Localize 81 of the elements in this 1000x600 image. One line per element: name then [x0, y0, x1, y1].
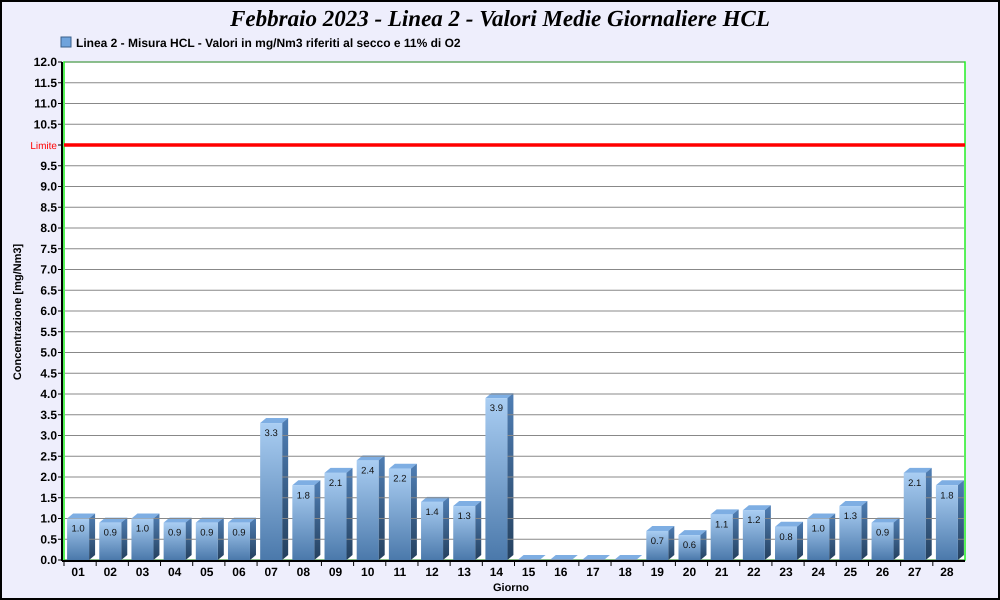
y-tick-label: 8.5	[40, 200, 57, 214]
y-tick-label: Limite	[30, 141, 57, 152]
value-label: 0.9	[104, 528, 117, 539]
x-tick-label: 04	[168, 565, 182, 579]
y-tick-label: 5.5	[40, 324, 57, 339]
y-tick-label: 11.0	[34, 96, 57, 110]
value-label: 3.3	[264, 428, 278, 440]
x-tick-label: 11	[394, 565, 406, 579]
y-tick-label: 9.5	[40, 158, 57, 173]
x-tick-label: 21	[714, 565, 728, 579]
x-tick-label: 05	[200, 565, 214, 579]
y-tick-label: 0.5	[40, 532, 57, 546]
y-tick-label: 7.5	[40, 242, 57, 256]
x-tick-label: 10	[361, 565, 374, 579]
y-tick-label: 1.0	[40, 512, 57, 526]
y-tick-label: 12.0	[34, 55, 57, 69]
value-label: 1.3	[844, 511, 857, 522]
y-tick-label: 1.5	[40, 490, 57, 505]
y-tick-label: 11.5	[34, 76, 57, 90]
y-tick-label: 2.5	[40, 449, 57, 464]
x-tick-label: 12	[425, 565, 439, 579]
value-label: 0.9	[876, 528, 890, 539]
value-label: 2.1	[908, 478, 922, 489]
value-label: 2.1	[328, 478, 342, 489]
y-tick-label: 8.0	[40, 221, 57, 235]
y-tick-label: 4.5	[40, 366, 57, 380]
x-tick-label: 02	[104, 565, 117, 579]
legend-label: Linea 2 - Misura HCL - Valori in mg/Nm3 riferiti al secco e 11% di O2	[76, 36, 461, 50]
x-axis-title: Giorno	[492, 582, 530, 594]
value-label: 2.2	[393, 474, 406, 485]
value-label: 1.8	[296, 490, 310, 502]
value-label: 0.9	[200, 528, 214, 539]
x-tick-label: 19	[650, 565, 664, 579]
value-label: 0.9	[168, 528, 182, 539]
x-tick-label: 24	[812, 565, 825, 579]
x-tick-label: 09	[328, 565, 342, 579]
chart-title: Febbraio 2023 - Linea 2 - Valori Medie Giornaliere HCL	[230, 6, 770, 31]
y-tick-label: 6.0	[40, 304, 57, 318]
x-tick-label: 20	[682, 565, 696, 579]
value-label: 1.0	[136, 524, 150, 534]
x-tick-label: 15	[522, 565, 536, 579]
y-tick-label: 3.5	[40, 408, 57, 422]
x-tick-label: 13	[458, 565, 471, 579]
y-axis-title: Concentrazione [mg/Nm3]	[12, 244, 24, 380]
y-tick-label: 3.0	[40, 428, 57, 442]
y-tick-label: 5.0	[40, 346, 57, 360]
y-tick-label: 9.0	[40, 180, 57, 194]
value-label: 1.3	[458, 511, 471, 522]
value-label: 1.1	[715, 519, 728, 530]
x-tick-label: 16	[554, 565, 568, 579]
y-tick-label: 2.0	[40, 470, 57, 484]
value-label: 1.4	[425, 506, 439, 518]
x-tick-label: 18	[618, 565, 632, 579]
value-label: 1.8	[940, 490, 954, 502]
value-label: 1.0	[812, 524, 825, 534]
x-tick-label: 23	[779, 565, 793, 579]
x-tick-label: 06	[232, 565, 246, 579]
value-label: 2.4	[361, 465, 374, 476]
value-label: 3.9	[490, 403, 504, 414]
y-tick-label: 6.5	[40, 283, 57, 298]
value-label: 0.7	[650, 536, 664, 547]
x-tick-label: 14	[490, 565, 504, 579]
value-label: 1.2	[747, 515, 760, 526]
y-tick-label: 7.0	[40, 262, 57, 276]
x-tick-label: 22	[747, 565, 761, 579]
x-tick-label: 28	[940, 565, 954, 579]
x-tick-label: 27	[908, 565, 922, 579]
y-tick-label: 0.0	[40, 553, 57, 567]
x-tick-label: 25	[844, 565, 858, 579]
x-tick-label: 26	[876, 565, 890, 579]
value-label: 0.9	[232, 528, 246, 539]
value-label: 0.8	[779, 532, 793, 543]
x-tick-label: 01	[71, 565, 85, 579]
x-tick-label: 07	[264, 565, 278, 579]
value-label: 0.6	[682, 540, 696, 552]
x-tick-label: 03	[136, 565, 150, 579]
x-tick-label: 17	[586, 565, 600, 579]
y-tick-label: 10.5	[34, 117, 57, 132]
x-tick-label: 08	[296, 565, 310, 579]
y-tick-label: 4.0	[40, 387, 57, 401]
value-label: 1.0	[71, 524, 85, 534]
